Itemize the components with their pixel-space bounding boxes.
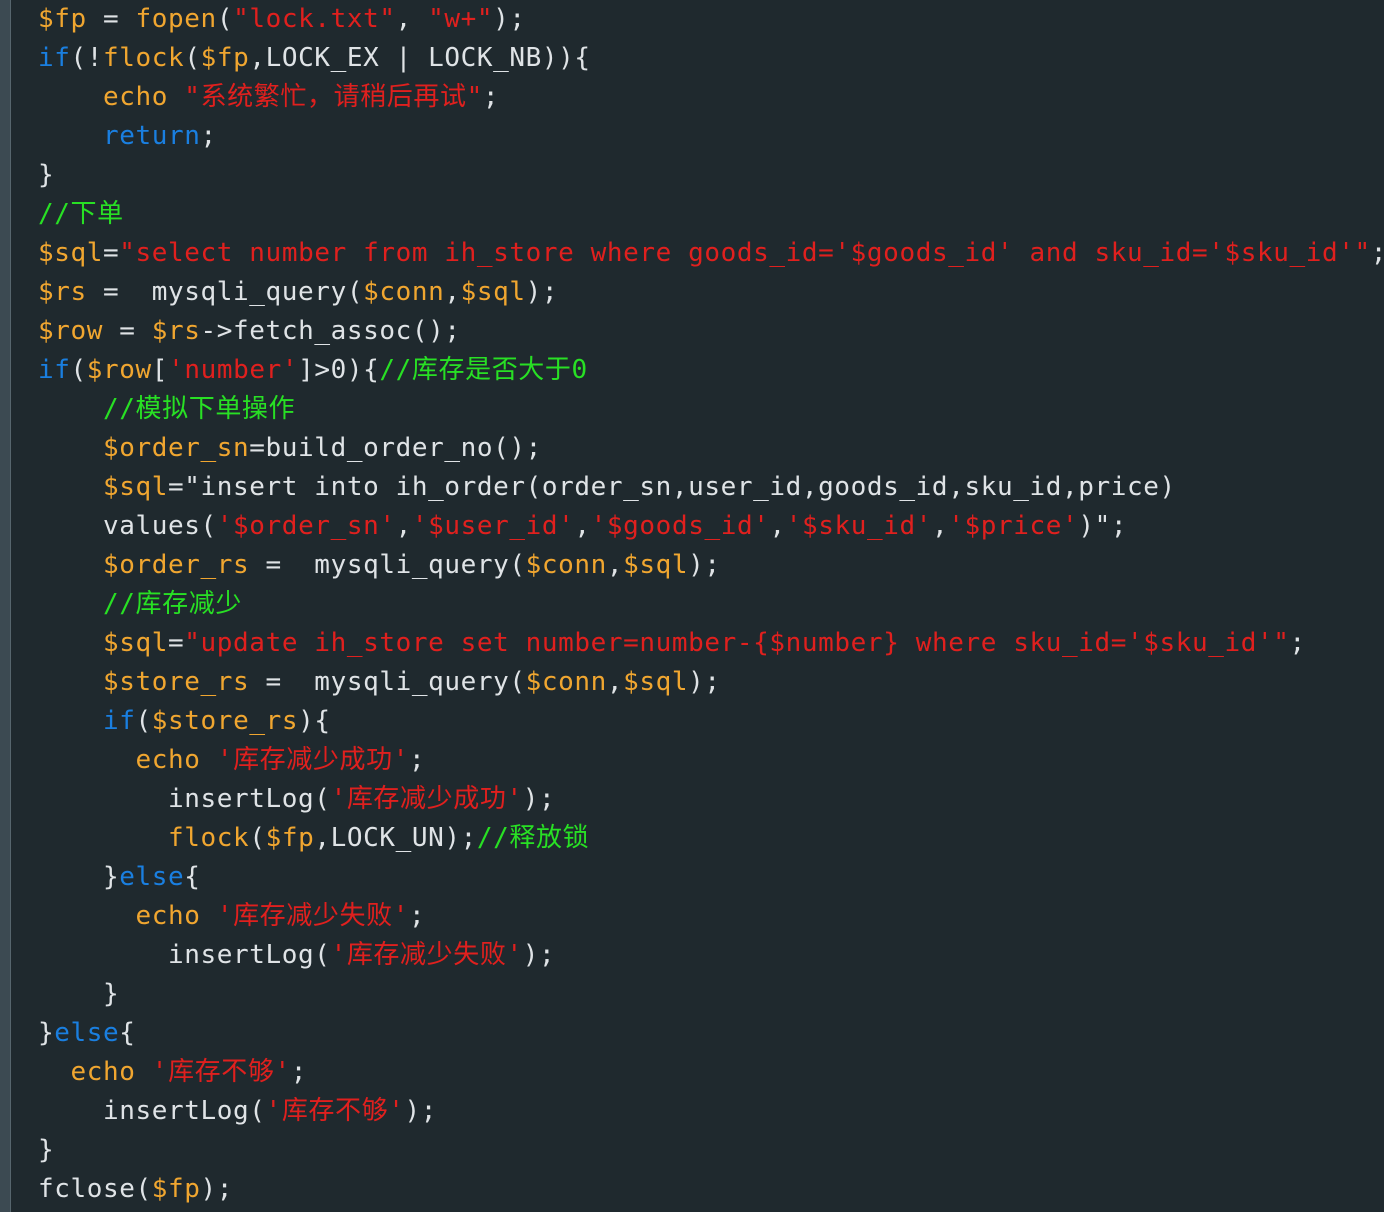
editor-gutter xyxy=(0,0,11,1212)
code-line: echo '库存不够'; xyxy=(70,1057,307,1087)
code-line: }else{ xyxy=(38,1018,136,1048)
code-line: values('$order_sn','$user_id','$goods_id… xyxy=(38,511,1128,541)
code-line: $order_sn=build_order_no(); xyxy=(103,433,542,463)
code-line: echo '库存减少成功'; xyxy=(135,745,426,775)
code-line: $order_rs = mysqli_query($conn,$sql); xyxy=(103,550,721,580)
code-line: if($row['number']>0){//库存是否大于0 xyxy=(38,355,588,385)
code-line: insertLog('库存不够'); xyxy=(38,1096,437,1126)
code-editor[interactable]: $fp = fopen("lock.txt", "w+"); if(!flock… xyxy=(12,0,1384,1212)
code-line: $store_rs = mysqli_query($conn,$sql); xyxy=(103,667,721,697)
token: "lock.txt" xyxy=(233,4,396,34)
code-line: //模拟下单操作 xyxy=(103,394,296,424)
token: fopen xyxy=(135,4,217,34)
code-line: flock($fp,LOCK_UN);//释放锁 xyxy=(168,823,590,853)
code-line: //库存减少 xyxy=(103,589,242,619)
token: "w+" xyxy=(428,4,494,34)
code-line: $sql="update ih_store set number=number-… xyxy=(103,628,1306,658)
code-line: }else{ xyxy=(38,862,201,892)
code-line: } xyxy=(38,979,120,1009)
code-line: insertLog('库存减少失败'); xyxy=(38,940,556,970)
code-line: //下单 xyxy=(38,199,124,229)
code-line: insertLog('库存减少成功'); xyxy=(38,784,556,814)
code-line: fclose($fp); xyxy=(38,1174,234,1204)
code-line: echo "系统繁忙，请稍后再试"; xyxy=(103,82,500,112)
code-line: $rs = mysqli_query($conn,$sql); xyxy=(38,277,559,307)
code-line: if($store_rs){ xyxy=(103,706,331,736)
code-line: $sql="select number from ih_store where … xyxy=(38,238,1384,268)
code-line: } xyxy=(38,1135,55,1165)
code-line: echo '库存减少失败'; xyxy=(135,901,426,931)
token: $fp xyxy=(38,4,87,34)
code-line: if(!flock($fp,LOCK_EX | LOCK_NB)){ xyxy=(38,43,591,73)
code-line: return; xyxy=(103,121,217,151)
code-line: $row = $rs->fetch_assoc(); xyxy=(38,316,461,346)
code-line: } xyxy=(38,160,55,190)
code-line: $sql="insert into ih_order(order_sn,user… xyxy=(103,472,1176,502)
code-line: $fp = fopen("lock.txt", "w+"); xyxy=(38,4,526,34)
